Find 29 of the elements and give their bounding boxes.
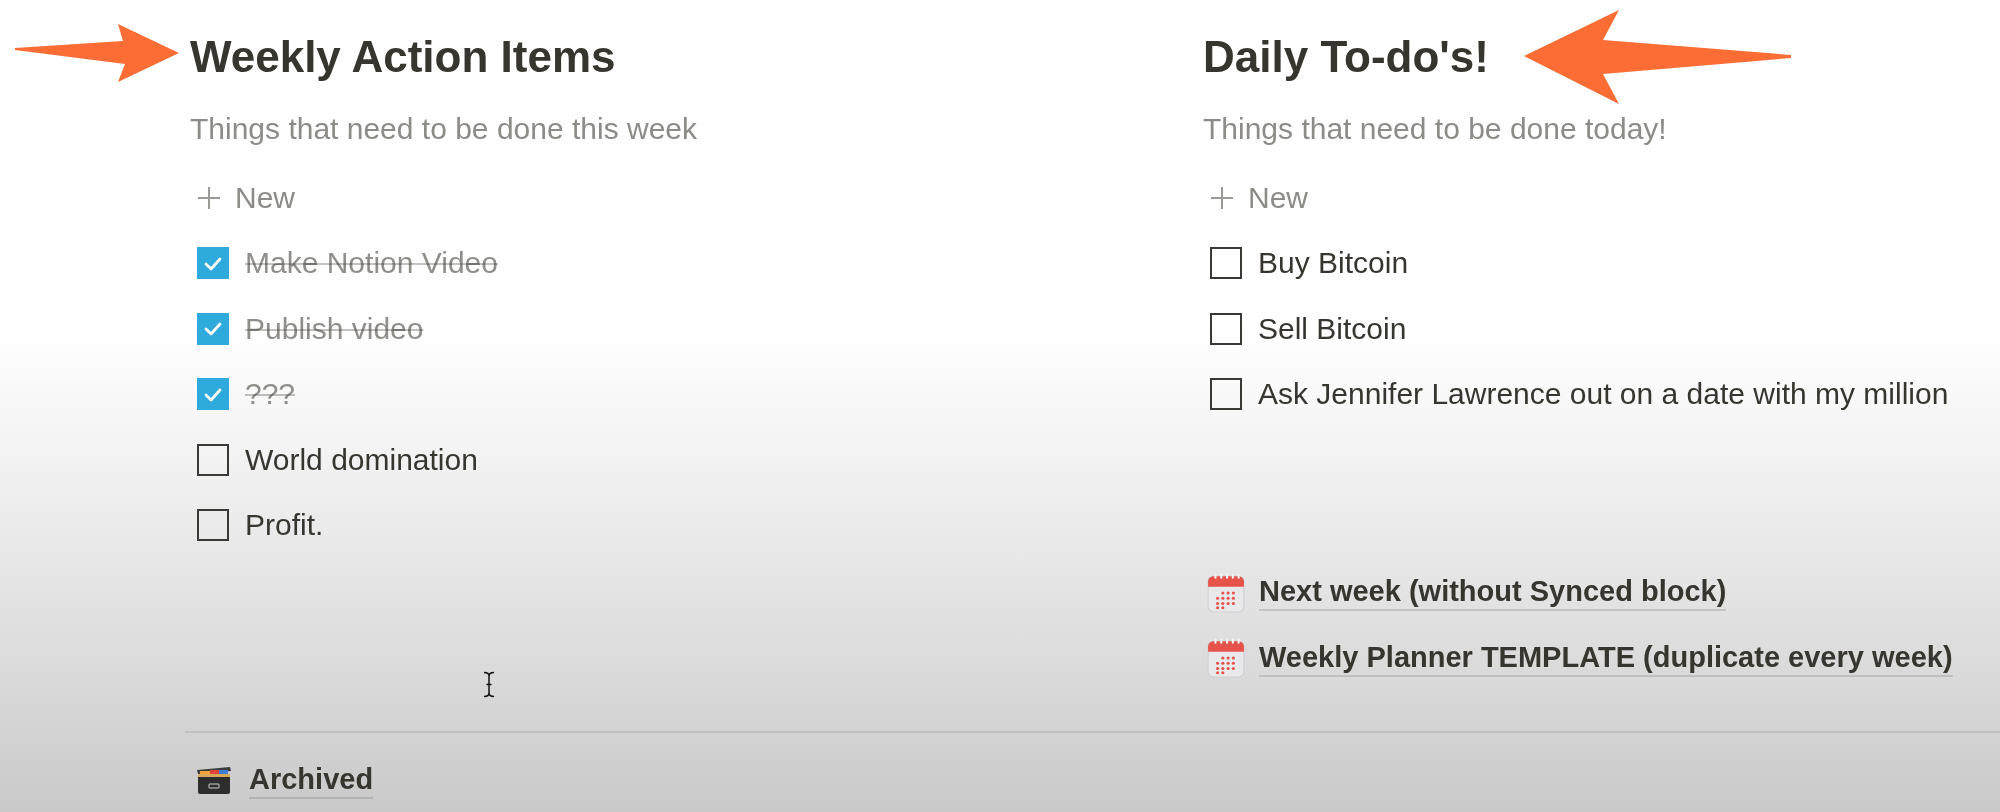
- todo-text: Sell Bitcoin: [1258, 310, 1407, 347]
- section-description: Things that need to be done today!: [1203, 111, 1668, 147]
- checkbox[interactable]: [197, 312, 229, 345]
- todo-text: Buy Bitcoin: [1258, 245, 1409, 282]
- checkbox[interactable]: [197, 378, 229, 411]
- text-cursor-icon: [482, 671, 496, 698]
- section-title: Daily To-do's!: [1203, 31, 1489, 83]
- section-title: Weekly Action Items: [190, 31, 616, 83]
- section-description: Things that need to be done this week: [190, 111, 698, 147]
- checkbox[interactable]: [1210, 247, 1242, 280]
- plus-icon: [197, 185, 221, 210]
- checkbox[interactable]: [197, 509, 229, 542]
- todo-text: Profit.: [245, 507, 324, 544]
- checkbox[interactable]: [1210, 312, 1242, 345]
- page-link[interactable]: Archived: [249, 761, 374, 799]
- file-box-icon: [195, 765, 233, 795]
- calendar-icon: [1207, 572, 1245, 613]
- calendar-icon: [1207, 638, 1245, 679]
- checkbox[interactable]: [1210, 378, 1242, 411]
- todo-text: Make Notion Video: [245, 245, 498, 282]
- plus-icon: [1210, 185, 1234, 210]
- todo-text: World domination: [245, 441, 478, 478]
- checkbox[interactable]: [197, 247, 229, 280]
- todo-text: Publish video: [245, 310, 424, 347]
- checkbox[interactable]: [197, 443, 229, 476]
- todo-text: Ask Jennifer Lawrence out on a date with my million: [1258, 376, 1949, 413]
- checkmark-icon: [204, 320, 222, 338]
- page-link[interactable]: Next week (without Synced block): [1259, 574, 1727, 612]
- page-link[interactable]: Weekly Planner TEMPLATE (duplicate every week): [1259, 639, 1953, 677]
